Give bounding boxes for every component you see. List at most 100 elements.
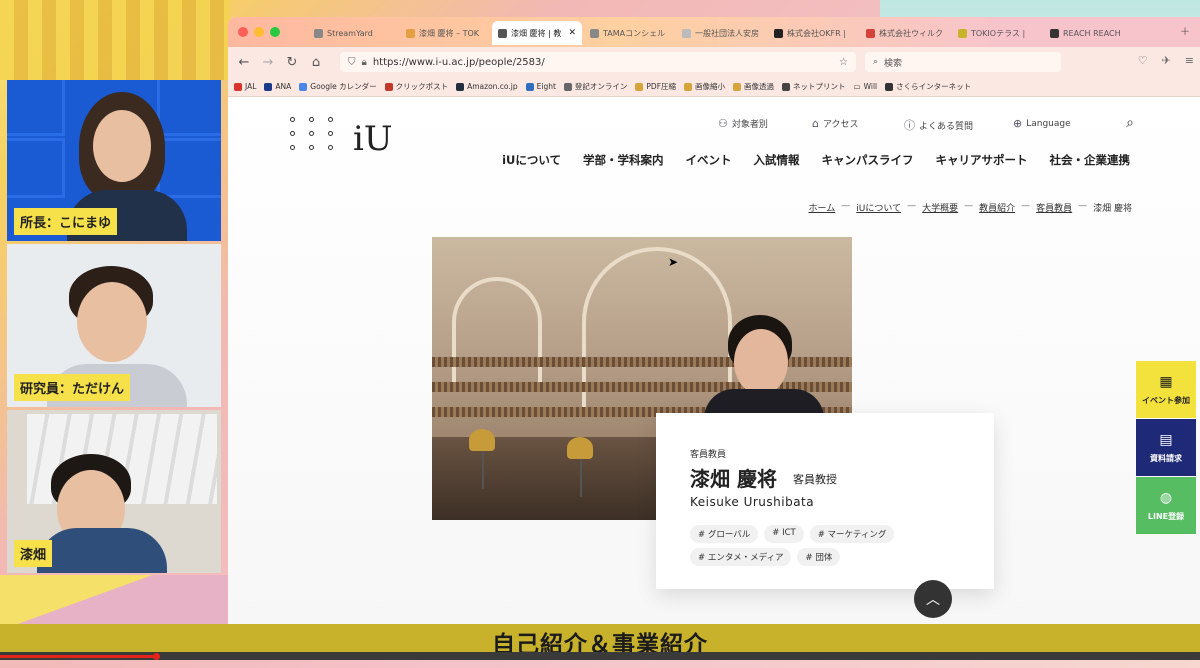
person-face [93, 110, 151, 182]
browser-tab[interactable]: REACH REACH [1044, 21, 1134, 45]
side-button-label: LINE登録 [1147, 511, 1185, 521]
bookmark-folder[interactable]: ▭ Will [854, 82, 878, 91]
lock-icon: 🔒︎ [361, 56, 367, 68]
browser-tab[interactable]: 株式会社ウィルク [860, 21, 950, 45]
breadcrumb-about[interactable]: iUについて [856, 201, 901, 214]
bookmark-item[interactable]: PDF圧縮 [635, 81, 676, 92]
breadcrumb-faculty[interactable]: 教員紹介 [979, 201, 1015, 214]
bookmark-favicon [456, 82, 465, 91]
scroll-to-top-button[interactable]: ︿ [914, 580, 952, 618]
tab-favicon [958, 28, 967, 38]
tab-favicon [682, 28, 691, 38]
url-text: https://www.i-u.ac.jp/people/2583/ [372, 56, 545, 68]
bookmark-item[interactable]: Amazon.co.jp [456, 82, 518, 91]
profile-title: 客員教授 [793, 473, 837, 486]
breadcrumb-separator: — [1078, 201, 1088, 211]
back-arrow-icon[interactable]: ← [232, 55, 256, 70]
bookmark-item[interactable]: さくらインターネット [885, 81, 971, 92]
bookmark-item[interactable]: Eight [525, 82, 556, 91]
utility-link-access[interactable]: ⌂ アクセス [812, 117, 859, 130]
bookmark-item[interactable]: ネットプリント [782, 81, 846, 92]
utility-label: 対象者別 [731, 120, 768, 130]
tab-label: 漆畑 慶将 – TOK [419, 28, 480, 38]
video-progress-bar[interactable] [0, 652, 1200, 660]
site-search-icon[interactable]: ⌕ [1126, 115, 1134, 131]
breadcrumb-home[interactable]: ホーム [809, 201, 836, 214]
bookmark-favicon [885, 82, 894, 91]
minimize-window-button[interactable] [254, 27, 264, 37]
bookmark-favicon [733, 82, 742, 91]
search-bar[interactable]: ⌕ 検索 [865, 52, 1061, 72]
browser-tab[interactable]: 一般社団法人安房 [676, 21, 766, 45]
utility-link-audience[interactable]: ⚇ 対象者別 [718, 117, 768, 130]
tab-close-icon[interactable]: ✕ [568, 28, 576, 38]
tab-label: REACH REACH [1063, 28, 1121, 38]
nav-item-events[interactable]: イベント [686, 152, 732, 168]
tag-item[interactable]: # グローバル [690, 525, 759, 543]
bookmark-label: JAL [245, 82, 257, 91]
browser-tab[interactable]: StreamYard [308, 21, 398, 45]
utility-link-faq[interactable]: ⓘ よくある質問 [904, 117, 973, 133]
browser-tab-active[interactable]: 漆畑 慶将 | 教 ✕ [492, 21, 582, 45]
browser-window: StreamYard 漆畑 慶将 – TOK 漆畑 慶将 | 教 ✕ TAMAコン… [228, 17, 1200, 624]
event-join-button[interactable]: ▦ イベント参加 [1136, 361, 1196, 418]
reading-lamp [567, 437, 593, 459]
bookmark-item[interactable]: ANA [264, 82, 291, 91]
menu-icon[interactable]: ≡ [1185, 54, 1194, 67]
tab-favicon [498, 28, 507, 38]
reading-lamp [469, 429, 495, 451]
tag-item[interactable]: # 団体 [797, 548, 841, 566]
folder-icon: ▭ [853, 82, 861, 91]
forward-arrow-icon[interactable]: → [256, 55, 280, 70]
bookmark-label: さくらインターネット [896, 82, 972, 91]
nav-item-partnership[interactable]: 社会・企業連携 [1050, 152, 1131, 168]
bookmark-star-icon[interactable]: ☆ [839, 57, 848, 68]
participant-tile-2: 研究員：ただけん [7, 244, 221, 407]
nav-item-career[interactable]: キャリアサポート [936, 152, 1028, 168]
tag-item[interactable]: # エンタメ・メディア [690, 548, 792, 566]
breadcrumb-visiting[interactable]: 客員教員 [1036, 201, 1072, 214]
site-logo[interactable]: iU [353, 119, 393, 159]
bookmark-item[interactable]: 画像透過 [733, 81, 774, 92]
new-tab-icon[interactable]: ＋ [1180, 23, 1190, 38]
maximize-window-button[interactable] [270, 27, 280, 37]
nav-item-about[interactable]: iUについて [502, 152, 561, 168]
breadcrumb-separator: — [964, 201, 974, 211]
extension-icon[interactable]: ✈ [1162, 54, 1171, 67]
home-icon[interactable]: ⌂ [304, 55, 328, 70]
breadcrumb-overview[interactable]: 大学概要 [922, 201, 958, 214]
bookmark-item[interactable]: 画像縮小 [684, 81, 725, 92]
address-bar[interactable]: ⛉ 🔒︎ https://www.i-u.ac.jp/people/2583/ … [340, 52, 856, 72]
utility-link-language[interactable]: ⊕ Language [1013, 117, 1071, 130]
nav-item-faculties[interactable]: 学部・学科案内 [583, 152, 664, 168]
profile-card: 客員教員 漆畑 慶将 客員教授 Keisuke Urushibata # グロー… [656, 413, 994, 589]
breadcrumb-separator: — [1021, 201, 1031, 211]
tab-label: TAMAコンシェル [603, 28, 666, 38]
nav-item-campus-life[interactable]: キャンパスライフ [822, 152, 914, 168]
bookmark-item[interactable]: 登記オンライン [563, 81, 627, 92]
breadcrumb: ホーム — iUについて — 大学概要 — 教員紹介 — 客員教員 — 漆畑 慶将 [809, 201, 1132, 214]
bookmark-label: Amazon.co.jp [467, 82, 518, 91]
close-window-button[interactable] [238, 27, 248, 37]
browser-tab[interactable]: 株式会社OKFR | [768, 21, 858, 45]
iu-logo-dots[interactable] [290, 117, 338, 150]
bookmark-item[interactable]: クリックポスト [384, 81, 448, 92]
browser-tab[interactable]: TOKIOテラス | [952, 21, 1042, 45]
reload-icon[interactable]: ↻ [280, 55, 304, 70]
bookmark-item[interactable]: JAL [234, 82, 256, 91]
line-register-button[interactable]: ◍ LINE登録 [1136, 477, 1196, 534]
browser-tab[interactable]: TAMAコンシェル [584, 21, 674, 45]
tag-item[interactable]: # ICT [764, 525, 804, 543]
nav-item-admissions[interactable]: 入試情報 [754, 152, 800, 168]
browser-tab[interactable]: 漆畑 慶将 – TOK [400, 21, 490, 45]
search-placeholder: 検索 [884, 58, 903, 69]
bookmarks-bar: JAL ANA Google カレンダー クリックポスト Amazon.co.j… [228, 77, 1200, 97]
bookmark-label: Google カレンダー [310, 82, 377, 91]
pocket-icon[interactable]: ♡ [1138, 54, 1148, 67]
bookmark-label: 画像縮小 [695, 82, 726, 91]
bookmark-item[interactable]: Google カレンダー [299, 81, 377, 92]
video-progress-knob[interactable] [153, 653, 160, 660]
request-documents-button[interactable]: ▤ 資料請求 [1136, 419, 1196, 476]
bookmark-label: ネットプリント [793, 82, 846, 91]
tag-item[interactable]: # マーケティング [809, 525, 895, 543]
